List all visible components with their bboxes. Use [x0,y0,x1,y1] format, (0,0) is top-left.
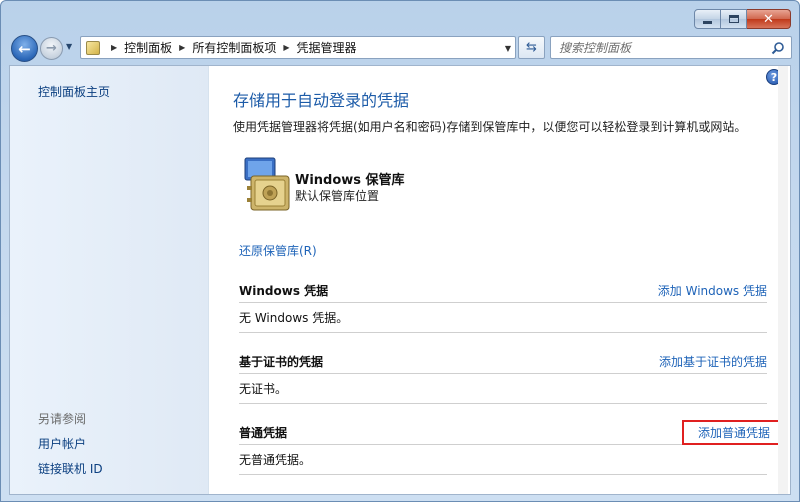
add-generic-credential-link[interactable]: 添加普通凭据 [681,420,781,445]
navigation-bar: ← → ▼ ▶ 控制面板 ▶ 所有控制面板项 ▶ 凭据管理器 ▼ ⇆ [1,33,800,63]
certificate-credentials-section: 基于证书的凭据 添加基于证书的凭据 无证书。 [239,350,767,404]
vault-name: Windows 保管库 [295,173,405,188]
search-icon[interactable] [771,41,785,55]
close-icon: ✕ [763,11,774,27]
section-header: Windows 凭据 添加 Windows 凭据 [239,279,767,303]
section-empty-text: 无 Windows 凭据。 [239,303,767,333]
section-title: 普通凭据 [239,426,288,440]
breadcrumb-credential-manager[interactable]: 凭据管理器 [297,39,357,56]
minimize-button[interactable] [694,9,721,29]
maximize-button[interactable] [721,9,747,29]
breadcrumb-arrow-icon[interactable]: ▶ [111,43,117,52]
add-windows-credential-link[interactable]: 添加 Windows 凭据 [658,282,767,299]
sidebar-home-link[interactable]: 控制面板主页 [38,83,110,100]
section-header: 普通凭据 添加普通凭据 [239,420,781,445]
sidebar-link-user-accounts[interactable]: 用户帐户 [38,435,86,452]
search-input[interactable] [551,37,751,58]
generic-credentials-section: 普通凭据 添加普通凭据 无普通凭据。 [239,420,781,475]
breadcrumb-control-panel[interactable]: 控制面板 [124,39,172,56]
section-header: 基于证书的凭据 添加基于证书的凭据 [239,350,767,374]
forward-button[interactable]: → [40,37,63,60]
section-title: Windows 凭据 [239,284,329,298]
forward-arrow-icon: → [46,41,57,56]
page-description: 使用凭据管理器将凭据(如用户名和密码)存储到保管库中，以便您可以轻松登录到计算机… [233,120,747,134]
caption-buttons: ✕ [694,9,791,29]
address-dropdown-icon[interactable]: ▼ [505,44,511,53]
refresh-button[interactable]: ⇆ [518,36,545,59]
credential-manager-window: ✕ ← → ▼ ▶ 控制面板 ▶ 所有控制面板项 ▶ 凭据管理器 ▼ ⇆ 控制面… [0,0,800,502]
chevron-down-icon: ▼ [66,42,73,51]
back-button[interactable]: ← [11,35,38,62]
sidebar-link-online-id[interactable]: 链接联机 ID [38,460,103,477]
sidebar: 控制面板主页 另请参阅 用户帐户 链接联机 ID [10,66,209,494]
search-box [550,36,792,59]
address-bar[interactable]: ▶ 控制面板 ▶ 所有控制面板项 ▶ 凭据管理器 ▼ [80,36,516,59]
see-also-heading: 另请参阅 [38,412,87,426]
scrollbar[interactable] [778,66,788,494]
back-arrow-icon: ← [18,39,31,58]
vault-icon [244,157,290,211]
breadcrumb-arrow-icon[interactable]: ▶ [283,43,289,52]
maximize-icon [728,15,739,23]
windows-credentials-section: Windows 凭据 添加 Windows 凭据 无 Windows 凭据。 [239,279,767,333]
section-empty-text: 无普通凭据。 [239,445,767,475]
restore-vault-link[interactable]: 还原保管库(R) [239,242,317,259]
control-panel-icon [86,40,100,55]
close-button[interactable]: ✕ [747,9,791,29]
section-empty-text: 无证书。 [239,374,767,404]
section-title: 基于证书的凭据 [239,355,324,369]
content-area: 控制面板主页 另请参阅 用户帐户 链接联机 ID ? 存储用于自动登录的凭据 使… [9,65,791,495]
main-panel: ? 存储用于自动登录的凭据 使用凭据管理器将凭据(如用户名和密码)存储到保管库中… [210,66,790,494]
page-title: 存储用于自动登录的凭据 [233,91,410,110]
refresh-icon: ⇆ [526,40,537,55]
add-certificate-credential-link[interactable]: 添加基于证书的凭据 [659,353,767,370]
breadcrumb-arrow-icon[interactable]: ▶ [179,43,185,52]
vault-description: 默认保管库位置 [295,189,380,203]
minimize-icon [703,20,712,24]
recent-pages-button[interactable]: ▼ [66,42,72,51]
breadcrumb-all-items[interactable]: 所有控制面板项 [192,39,276,56]
